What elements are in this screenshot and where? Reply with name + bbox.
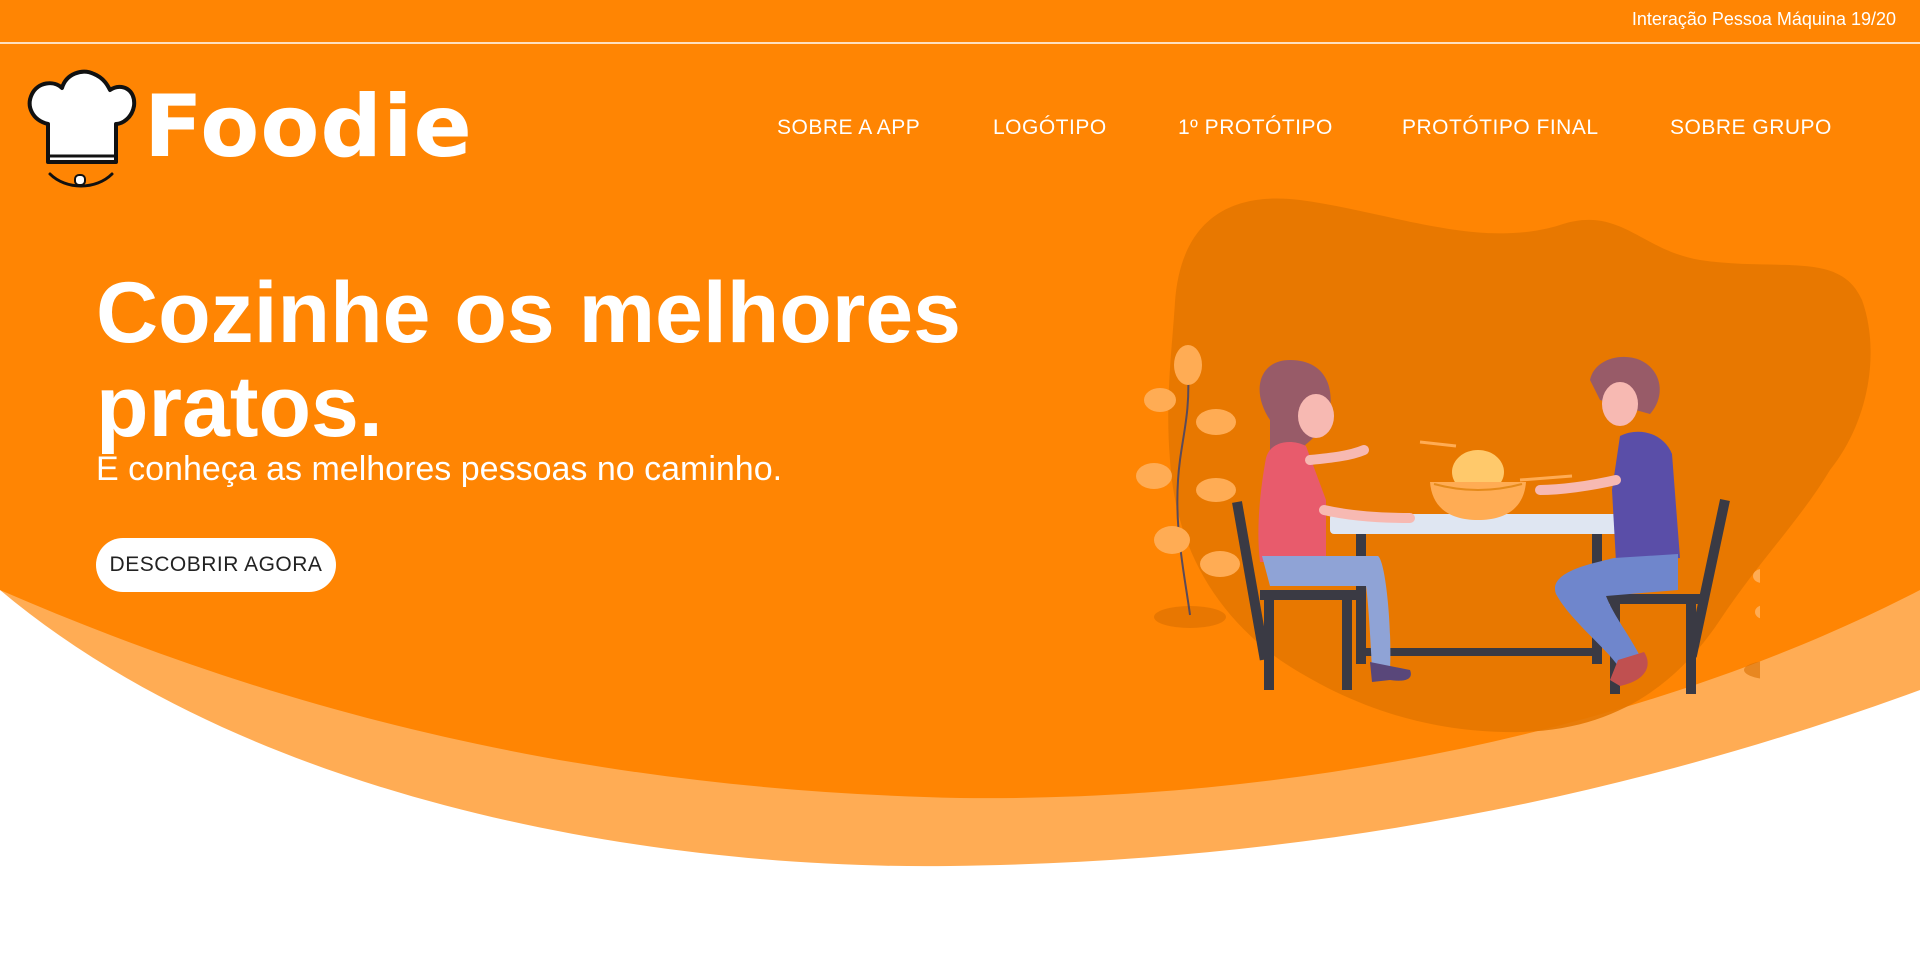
- hero-subtitle: E conheça as melhores pessoas no caminho…: [96, 450, 783, 488]
- nav-item-sobre-app[interactable]: SOBRE A APP: [777, 116, 920, 140]
- couple-eating-illustration: [1136, 345, 1760, 694]
- nav-item-prototipo-final[interactable]: PROTÓTIPO FINAL: [1402, 116, 1599, 140]
- hero-title: Cozinhe os melhores pratos.: [96, 266, 1056, 454]
- discover-now-button[interactable]: DESCOBRIR AGORA: [96, 538, 336, 592]
- left-plant-icon: [1136, 345, 1240, 628]
- noodle-bowl-icon: [1419, 440, 1573, 520]
- hero-title-line2: pratos.: [96, 359, 383, 455]
- nav-item-logotipo[interactable]: LOGÓTIPO: [993, 116, 1107, 140]
- main-nav: SOBRE A APP LOGÓTIPO 1º PROTÓTIPO PROTÓT…: [0, 116, 1920, 146]
- course-label: Interação Pessoa Máquina 19/20: [1631, 9, 1896, 29]
- nav-item-primeiro-prototipo[interactable]: 1º PROTÓTIPO: [1178, 116, 1333, 140]
- hero-title-line1: Cozinhe os melhores: [96, 265, 961, 361]
- right-plant-icon: [1744, 569, 1760, 679]
- nav-item-sobre-grupo[interactable]: SOBRE GRUPO: [1670, 116, 1832, 140]
- top-bar: Interação Pessoa Máquina 19/20: [0, 0, 1920, 44]
